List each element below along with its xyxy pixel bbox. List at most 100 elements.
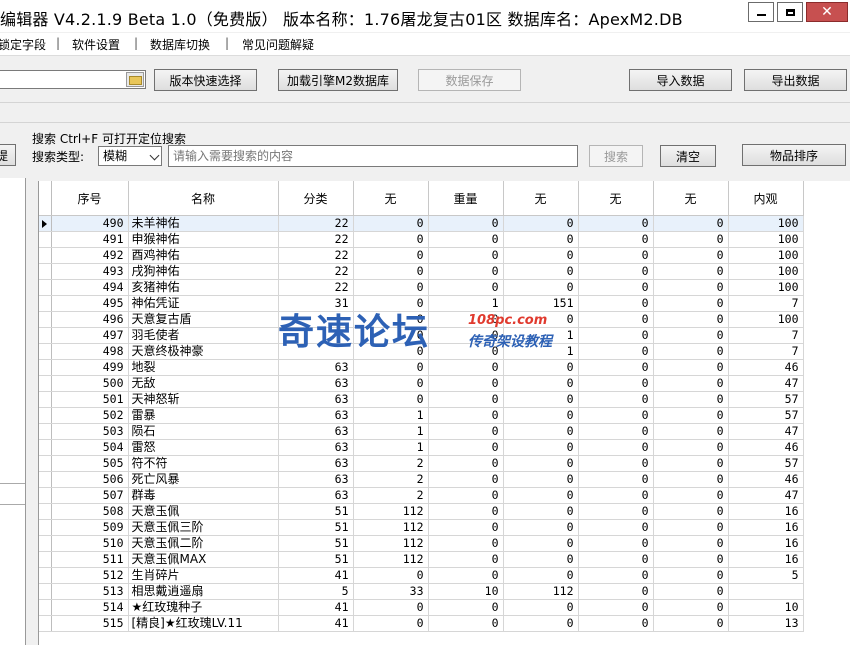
cell-value[interactable]: 0 <box>353 615 429 632</box>
cell-value[interactable]: 100 <box>728 311 804 328</box>
cell-value[interactable]: 57 <box>728 455 804 472</box>
row-header[interactable] <box>39 439 52 456</box>
cell-value[interactable]: 47 <box>728 423 804 440</box>
cell-value[interactable]: 500 <box>51 375 129 392</box>
cell-name[interactable]: 申猴神佑 <box>128 231 279 248</box>
cell-value[interactable]: 498 <box>51 343 129 360</box>
cell-value[interactable]: 0 <box>653 471 729 488</box>
cell-value[interactable]: 0 <box>353 375 429 392</box>
column-header-id[interactable]: 序号 <box>51 181 129 216</box>
cell-value[interactable]: 506 <box>51 471 129 488</box>
cell-value[interactable]: 46 <box>728 471 804 488</box>
cell-value[interactable]: 0 <box>428 231 504 248</box>
column-header-category[interactable]: 分类 <box>278 181 354 216</box>
table-row[interactable]: 514 ★红玫瑰种子 41 0 0 0 0 0 10 <box>39 599 804 616</box>
cell-value[interactable]: 493 <box>51 263 129 280</box>
cell-value[interactable]: 16 <box>728 551 804 568</box>
cell-value[interactable]: 0 <box>653 567 729 584</box>
row-header[interactable] <box>39 615 52 632</box>
cell-name[interactable]: 天意复古盾 <box>128 311 279 328</box>
cell-value[interactable]: 0 <box>428 423 504 440</box>
cell-name[interactable]: 相思戴逍遥扇 <box>128 583 279 600</box>
cell-value[interactable]: 0 <box>503 535 579 552</box>
cell-value[interactable]: 16 <box>728 535 804 552</box>
menu-item-lock-fields[interactable]: 锁定字段 <box>0 36 46 53</box>
cell-name[interactable]: [精良]★红玫瑰LV.11 <box>128 615 279 632</box>
cell-name[interactable]: 雷怒 <box>128 439 279 456</box>
cell-value[interactable]: 0 <box>428 327 504 344</box>
cell-value[interactable]: 22 <box>278 247 354 264</box>
cell-name[interactable]: 酉鸡神佑 <box>128 247 279 264</box>
table-row[interactable]: 498 天意终极神豪 0 0 1 0 0 7 <box>39 343 804 360</box>
cell-value[interactable]: 505 <box>51 455 129 472</box>
cell-value[interactable]: 0 <box>653 599 729 616</box>
cell-name[interactable]: 天意玉佩三阶 <box>128 519 279 536</box>
search-type-select[interactable]: 模糊 <box>98 146 162 166</box>
cell-value[interactable]: 0 <box>428 391 504 408</box>
cell-value[interactable]: 0 <box>578 551 654 568</box>
cell-value[interactable]: 1 <box>428 295 504 312</box>
cell-value[interactable]: 51 <box>278 503 354 520</box>
cell-value[interactable]: 0 <box>503 423 579 440</box>
table-row[interactable]: 507 群毒 63 2 0 0 0 0 47 <box>39 487 804 504</box>
cell-name[interactable]: ★红玫瑰种子 <box>128 599 279 616</box>
cell-value[interactable]: 10 <box>728 599 804 616</box>
cell-value[interactable]: 0 <box>653 535 729 552</box>
cell-value[interactable]: 22 <box>278 231 354 248</box>
cell-value[interactable]: 0 <box>428 439 504 456</box>
cell-value[interactable]: 0 <box>428 535 504 552</box>
row-header[interactable] <box>39 215 52 232</box>
cell-value[interactable]: 0 <box>428 375 504 392</box>
cell-value[interactable]: 511 <box>51 551 129 568</box>
table-row[interactable]: 508 天意玉佩 51 112 0 0 0 0 16 <box>39 503 804 520</box>
cell-value[interactable]: 0 <box>503 215 579 232</box>
cell-value[interactable]: 0 <box>503 615 579 632</box>
cell-value[interactable]: 0 <box>353 359 429 376</box>
table-row[interactable]: 515 [精良]★红玫瑰LV.11 41 0 0 0 0 0 13 <box>39 615 804 632</box>
table-row[interactable]: 511 天意玉佩MAX 51 112 0 0 0 0 16 <box>39 551 804 568</box>
export-button[interactable]: 导出数据 <box>744 69 847 91</box>
cell-value[interactable] <box>728 583 804 600</box>
cell-value[interactable]: 0 <box>653 439 729 456</box>
cell-name[interactable]: 陨石 <box>128 423 279 440</box>
close-button[interactable]: ✕ <box>806 2 848 22</box>
cell-value[interactable]: 63 <box>278 375 354 392</box>
cell-value[interactable]: 0 <box>578 599 654 616</box>
cell-value[interactable]: 63 <box>278 439 354 456</box>
cell-value[interactable]: 5 <box>278 583 354 600</box>
row-header[interactable] <box>39 391 52 408</box>
cell-value[interactable]: 499 <box>51 359 129 376</box>
table-row[interactable]: 512 生肖碎片 41 0 0 0 0 0 5 <box>39 567 804 584</box>
cell-value[interactable]: 0 <box>503 439 579 456</box>
cell-name[interactable]: 神佑凭证 <box>128 295 279 312</box>
cell-value[interactable]: 515 <box>51 615 129 632</box>
cell-value[interactable]: 497 <box>51 327 129 344</box>
table-row[interactable]: 504 雷怒 63 1 0 0 0 0 46 <box>39 439 804 456</box>
cell-value[interactable]: 0 <box>578 327 654 344</box>
cell-value[interactable]: 0 <box>578 247 654 264</box>
cell-name[interactable]: 死亡风暴 <box>128 471 279 488</box>
cell-value[interactable]: 504 <box>51 439 129 456</box>
cell-value[interactable]: 0 <box>653 295 729 312</box>
cell-value[interactable]: 0 <box>578 215 654 232</box>
cell-value[interactable]: 0 <box>578 503 654 520</box>
cell-name[interactable]: 天意玉佩MAX <box>128 551 279 568</box>
menu-item-db-switch[interactable]: 数据库切换 <box>150 36 210 53</box>
cell-value[interactable]: 0 <box>653 247 729 264</box>
cell-value[interactable]: 112 <box>353 503 429 520</box>
search-input[interactable]: 请输入需要搜索的内容 <box>168 145 578 167</box>
clear-button[interactable]: 清空 <box>660 145 716 167</box>
cell-value[interactable]: 46 <box>728 439 804 456</box>
cell-value[interactable]: 63 <box>278 455 354 472</box>
cell-value[interactable]: 512 <box>51 567 129 584</box>
cell-value[interactable]: 51 <box>278 535 354 552</box>
row-header[interactable] <box>39 519 52 536</box>
cell-value[interactable]: 1 <box>503 343 579 360</box>
cell-value[interactable]: 0 <box>653 231 729 248</box>
cell-value[interactable]: 1 <box>503 327 579 344</box>
column-header-weight[interactable]: 重量 <box>428 181 504 216</box>
row-header[interactable] <box>39 247 52 264</box>
cell-value[interactable]: 0 <box>653 615 729 632</box>
table-row[interactable]: 503 陨石 63 1 0 0 0 0 47 <box>39 423 804 440</box>
cell-value[interactable]: 63 <box>278 391 354 408</box>
